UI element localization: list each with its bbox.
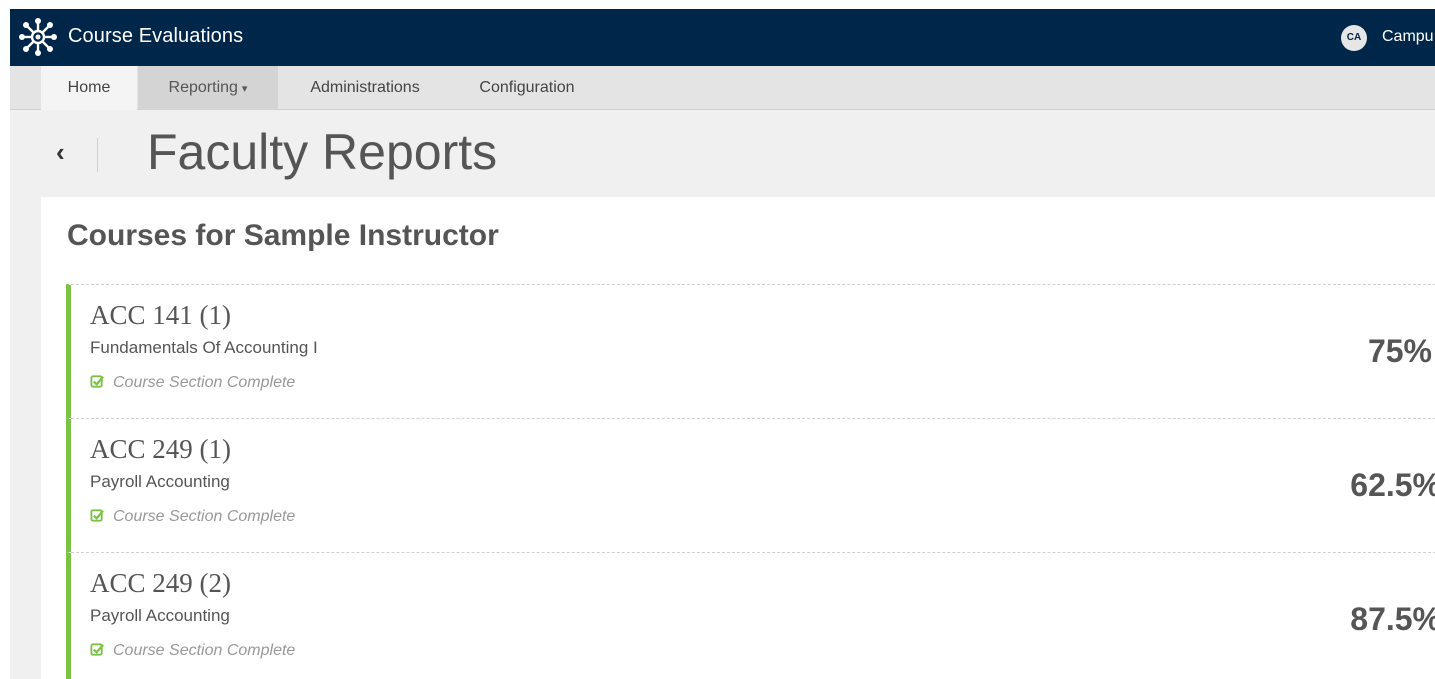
- checkbox-check-icon: [90, 509, 104, 522]
- checkbox-check-icon: [90, 375, 104, 388]
- page-title: Faculty Reports: [147, 124, 498, 180]
- course-name: Payroll Accounting: [90, 606, 230, 625]
- top-bar: Course Evaluations CA Campu: [10, 9, 1435, 66]
- course-item[interactable]: ACC 249 (1) Payroll Accounting Course Se…: [66, 418, 1435, 552]
- course-status: Course Section Complete: [90, 374, 295, 392]
- course-item[interactable]: ACC 249 (2) Payroll Accounting Course Se…: [66, 552, 1435, 679]
- course-score: 62.5%: [1350, 467, 1435, 503]
- nav-home[interactable]: Home: [41, 66, 137, 110]
- nav-configuration[interactable]: Configuration: [458, 66, 596, 110]
- nav-configuration-label: Configuration: [479, 79, 575, 96]
- checkbox-check-icon: [90, 643, 104, 656]
- course-code[interactable]: ACC 141 (1): [90, 300, 231, 331]
- course-status-label: Course Section Complete: [113, 508, 296, 525]
- courses-card: Courses for Sample Instructor ACC 141 (1…: [41, 197, 1435, 679]
- course-status: Course Section Complete: [90, 508, 295, 526]
- course-status-label: Course Section Complete: [113, 642, 296, 659]
- nav-administrations-label: Administrations: [310, 79, 420, 96]
- avatar[interactable]: CA: [1341, 25, 1367, 51]
- app-title: Course Evaluations: [68, 25, 244, 47]
- course-status-label: Course Section Complete: [113, 374, 296, 391]
- user-name[interactable]: Campu: [1382, 28, 1434, 46]
- course-code[interactable]: ACC 249 (2): [90, 568, 231, 599]
- nav-administrations[interactable]: Administrations: [285, 66, 445, 110]
- course-code[interactable]: ACC 249 (1): [90, 434, 231, 465]
- course-score: 75%: [1367, 333, 1432, 369]
- nav-reporting[interactable]: Reporting ▾: [138, 66, 278, 110]
- course-score: 87.5%: [1350, 601, 1435, 637]
- course-name: Fundamentals Of Accounting I: [90, 338, 318, 357]
- main-nav: Home Reporting ▾ Administrations Configur…: [10, 66, 1435, 110]
- nav-home-label: Home: [67, 79, 111, 96]
- course-name: Payroll Accounting: [90, 472, 230, 491]
- card-title: Courses for Sample Instructor: [67, 219, 499, 252]
- header-divider: [97, 138, 98, 172]
- nav-reporting-label: Reporting: [168, 79, 238, 96]
- app-frame: Course Evaluations CA Campu Home Reporti…: [10, 9, 1435, 679]
- course-item[interactable]: ACC 141 (1) Fundamentals Of Accounting I…: [66, 284, 1435, 418]
- back-chevron-icon[interactable]: ‹: [56, 137, 78, 167]
- course-list: ACC 141 (1) Fundamentals Of Accounting I…: [66, 284, 1435, 679]
- course-status: Course Section Complete: [90, 642, 295, 660]
- caret-down-icon: ▾: [241, 83, 248, 95]
- network-logo-icon: [19, 18, 57, 56]
